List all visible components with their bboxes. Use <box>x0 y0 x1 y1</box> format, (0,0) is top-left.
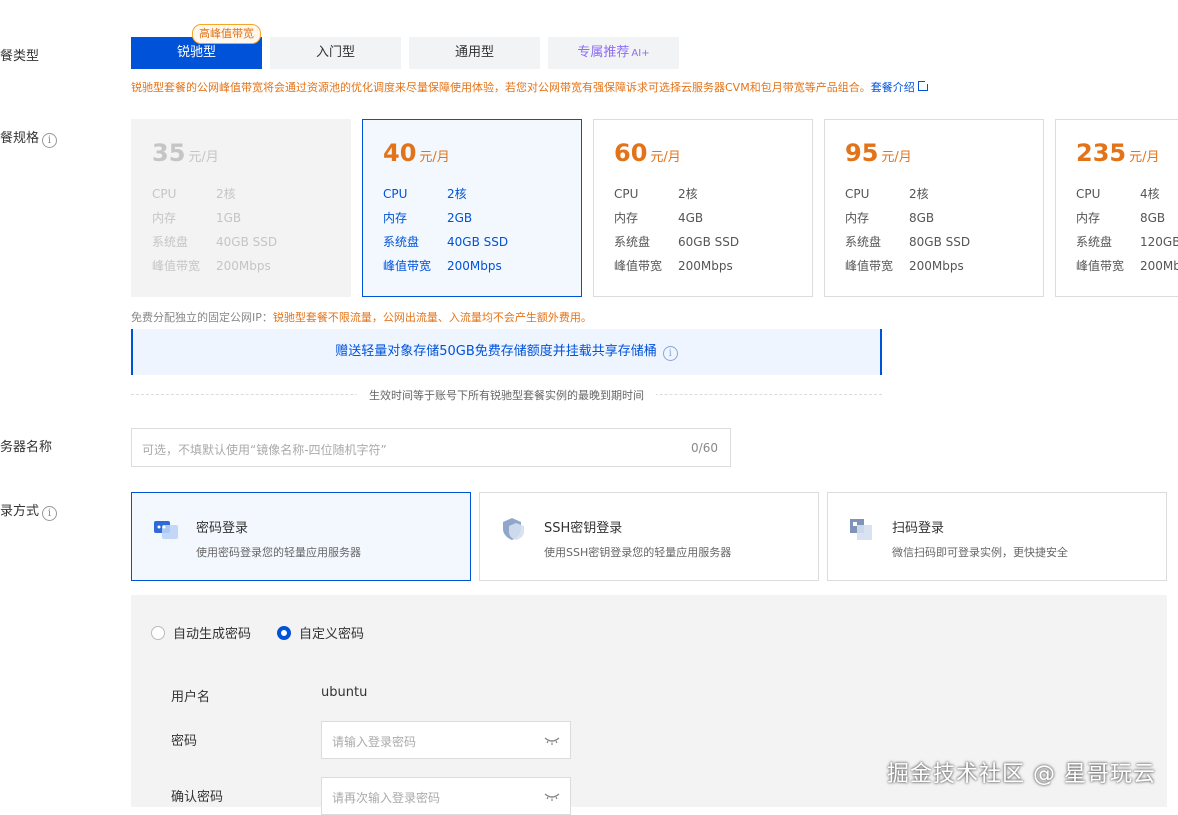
info-icon[interactable]: i <box>662 346 678 361</box>
price: 235 元/月 <box>1076 139 1160 167</box>
password-placeholder: 请输入登录密码 <box>332 735 417 749</box>
plan-intro-link[interactable]: 套餐介绍 <box>871 81 915 94</box>
plan-type-label: 餐类型 <box>0 49 40 64</box>
bandwidth-notice: 锐驰型套餐的公网峰值带宽将会通过资源池的优化调度来尽量保障使用体验，若您对公网带… <box>131 79 929 95</box>
promo-text: 赠送轻量对象存储50GB免费存储额度并挂载共享存储桶 <box>335 344 657 359</box>
spec-bandwidth: 峰值带宽200Mbps <box>383 259 502 273</box>
price: 35 元/月 <box>152 139 219 167</box>
server-name-placeholder: 可选，不填默认使用“镜像名称-四位随机字符” <box>142 443 387 457</box>
spec-bandwidth: 峰值带宽200Mbps <box>152 259 271 273</box>
tab-label: 通用型 <box>454 45 494 60</box>
login-password-card[interactable]: 密码登录 使用密码登录您的轻量应用服务器 <box>131 492 471 581</box>
confirm-password-input[interactable]: 请再次输入登录密码 <box>321 777 571 815</box>
login-qrcode-card[interactable]: 扫码登录 微信扫码即可登录实例，更快捷安全 <box>827 492 1167 581</box>
eye-closed-icon[interactable] <box>544 733 560 747</box>
spec-cpu: CPU 2核 <box>614 187 698 201</box>
username-label: 用户名 <box>171 690 211 705</box>
price: 60 元/月 <box>614 139 681 167</box>
password-login-icon <box>154 521 178 539</box>
info-icon[interactable]: i <box>42 133 58 148</box>
validity-note: 生效时间等于账号下所有锐驰型套餐实例的最晚到期时间 <box>131 387 882 403</box>
tab-recommended[interactable]: 专属推荐 AI+ <box>548 37 679 69</box>
price: 95 元/月 <box>845 139 912 167</box>
external-link-icon[interactable] <box>917 80 929 91</box>
login-ssh-card[interactable]: SSH密钥登录 使用SSH密钥登录您的轻量应用服务器 <box>479 492 819 581</box>
server-name-label: 务器名称 <box>0 440 53 455</box>
storage-promo-banner[interactable]: 赠送轻量对象存储50GB免费存储额度并挂载共享存储桶 i <box>131 329 882 375</box>
spec-disk: 系统盘 120GB <box>1076 235 1178 249</box>
spec-mem: 内存 1GB <box>152 211 242 225</box>
radio-custom-password[interactable]: 自定义密码 <box>277 623 364 642</box>
ssh-key-icon <box>503 518 524 540</box>
price: 40 元/月 <box>383 139 450 167</box>
spec-bandwidth: 峰值带宽200Mbps <box>1076 259 1178 273</box>
username-value: ubuntu <box>321 685 368 700</box>
login-desc: 使用密码登录您的轻量应用服务器 <box>196 546 361 559</box>
login-title: 扫码登录 <box>892 521 945 536</box>
tab-general[interactable]: 通用型 <box>409 37 540 69</box>
password-label: 密码 <box>171 734 198 749</box>
plan-spec-label: 餐规格 i <box>0 127 58 148</box>
spec-disk: 系统盘 60GB SSD <box>614 235 740 249</box>
login-title: SSH密钥登录 <box>544 521 623 536</box>
tab-label: 专属推荐 <box>577 45 630 60</box>
spec-bandwidth: 峰值带宽200Mbps <box>614 259 733 273</box>
radio-dot <box>277 626 291 640</box>
spec-cpu: CPU 2核 <box>152 187 236 201</box>
spec-disk: 系统盘 40GB SSD <box>383 235 509 249</box>
spec-cpu: CPU 2核 <box>845 187 929 201</box>
tab-label: 锐驰型 <box>176 45 216 60</box>
spec-card-235[interactable]: 235元/月 CPU4核 内存8GB 系统盘120GB 峰值带宽200Mbps <box>1055 119 1178 297</box>
tab-entry[interactable]: 入门型 <box>270 37 401 69</box>
login-title: 密码登录 <box>196 521 249 536</box>
tab-label: 入门型 <box>315 45 355 60</box>
char-counter: 0/60 <box>691 441 718 455</box>
spec-disk: 系统盘 80GB SSD <box>845 235 971 249</box>
free-ip-notice: 免费分配独立的固定公网IP：锐驰型套餐不限流量，公网出流量、入流量均不会产生额外… <box>131 311 592 324</box>
spec-cpu: CPU 4核 <box>1076 187 1160 201</box>
radio-dot <box>151 626 165 640</box>
spec-card-95[interactable]: 95 元/月 CPU 2核 内存 8GB 系统盘 80GB SSD 峰值带宽 200Mbp… <box>824 119 1044 297</box>
eye-closed-icon[interactable] <box>544 789 560 803</box>
spec-cpu: CPU 2核 <box>383 187 467 201</box>
login-method-label: 录方式 i <box>0 500 58 521</box>
server-name-input[interactable]: 可选，不填默认使用“镜像名称-四位随机字符” 0/60 <box>131 428 731 467</box>
login-desc: 使用SSH密钥登录您的轻量应用服务器 <box>544 546 732 559</box>
spec-mem: 内存 2GB <box>383 211 473 225</box>
password-input[interactable]: 请输入登录密码 <box>321 721 571 759</box>
login-desc: 微信扫码即可登录实例，更快捷安全 <box>892 546 1068 559</box>
watermark: 掘金技术社区 @ 星哥玩云 <box>887 762 1156 787</box>
spec-card-40[interactable]: 40 元/月 CPU 2核 内存 2GB 系统盘 40GB SSD 峰值带宽 200Mbp… <box>362 119 582 297</box>
confirm-password-placeholder: 请再次输入登录密码 <box>332 791 441 805</box>
radio-auto-password[interactable]: 自动生成密码 <box>151 623 251 642</box>
spec-mem: 内存 8GB <box>845 211 935 225</box>
spec-mem: 内存 4GB <box>614 211 704 225</box>
confirm-password-label: 确认密码 <box>171 790 224 805</box>
high-bandwidth-badge: 高峰值带宽 <box>192 24 261 44</box>
spec-bandwidth: 峰值带宽200Mbps <box>845 259 964 273</box>
spec-card-60[interactable]: 60 元/月 CPU 2核 内存 4GB 系统盘 60GB SSD 峰值带宽 200Mbp… <box>593 119 813 297</box>
ai-tag: AI+ <box>631 48 650 59</box>
spec-card-35: 35 元/月 CPU 2核 内存 1GB 系统盘 40GB SSD 峰值带宽 200Mbp… <box>131 119 351 297</box>
spec-disk: 系统盘 40GB SSD <box>152 235 278 249</box>
qrcode-icon <box>850 519 872 540</box>
info-icon[interactable]: i <box>42 506 58 521</box>
spec-mem: 内存 8GB <box>1076 211 1166 225</box>
